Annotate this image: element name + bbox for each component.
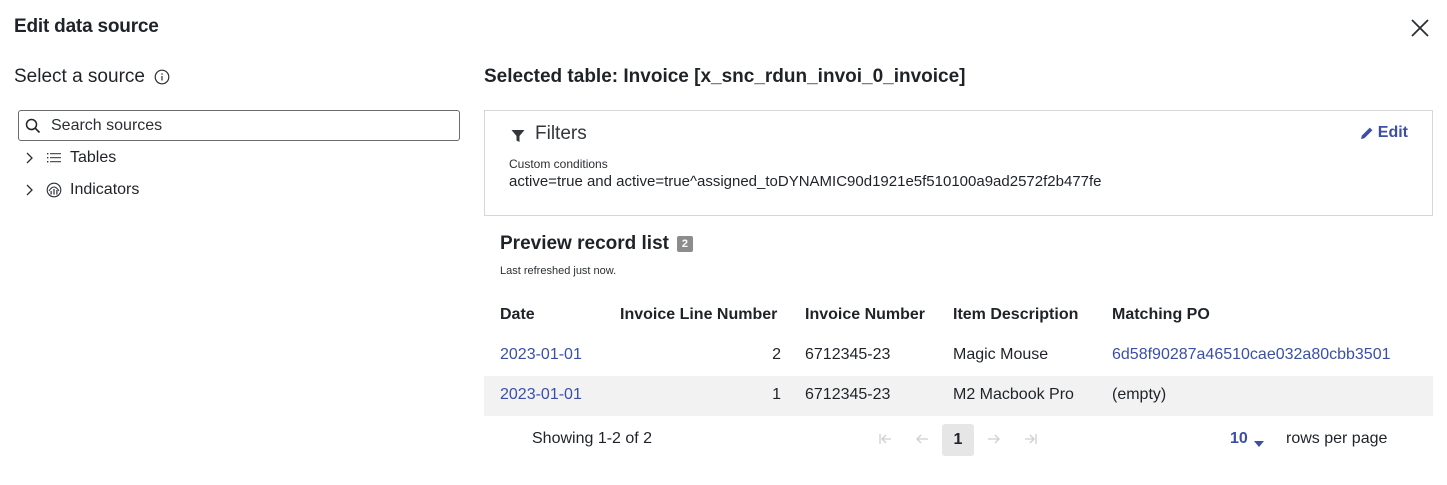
edit-filters-button[interactable]: Edit [1360,124,1408,142]
first-page-icon[interactable] [878,432,894,446]
edit-label: Edit [1377,124,1408,141]
pagination-bar: Showing 1-2 of 2 1 10 rows per page [484,418,1433,460]
table-row: 2023-01-01 1 6712345-23 M2 Macbook Pro (… [484,376,1433,416]
caret-down-icon [1253,435,1264,447]
tree-item-label: Indicators [70,181,140,198]
invoice-line-number-cell: 1 [772,386,781,403]
column-header-invoice-line-number[interactable]: Invoice Line Number [620,306,777,324]
column-header-matching-po[interactable]: Matching PO [1112,306,1210,324]
showing-count: Showing 1-2 of 2 [532,430,653,447]
matching-po-cell: (empty) [1112,386,1167,403]
date-link[interactable]: 2023-01-01 [500,386,582,404]
list-icon [46,150,62,166]
item-description-cell: M2 Macbook Pro [953,386,1074,403]
custom-conditions-label: Custom conditions [509,157,608,171]
last-refreshed-text: Last refreshed just now. [500,265,617,277]
search-sources-field[interactable] [18,110,460,141]
rows-per-page-select[interactable]: 10 [1230,430,1264,448]
previous-page-icon[interactable] [914,432,930,446]
column-header-invoice-number[interactable]: Invoice Number [805,306,925,324]
tree-item-indicators[interactable]: Indicators [22,179,139,201]
table-row: 2023-01-01 2 6712345-23 Magic Mouse 6d58… [484,336,1433,376]
tree-item-tables[interactable]: Tables [22,147,116,169]
tree-item-label: Tables [70,149,117,166]
last-page-icon[interactable] [1022,432,1038,446]
pencil-icon [1360,126,1374,140]
column-header-date[interactable]: Date [500,306,535,324]
invoice-line-number-cell: 2 [772,346,781,363]
next-page-icon[interactable] [986,432,1002,446]
modal-title: Edit data source [14,16,159,37]
selected-table-heading: Selected table: Invoice [x_snc_rdun_invo… [484,66,966,87]
column-header-item-description[interactable]: Item Description [953,306,1078,324]
search-icon [25,118,41,134]
filter-icon [511,127,525,142]
page-1-button[interactable]: 1 [942,424,974,456]
select-source-heading: Select a source [14,66,170,88]
filters-title: Filters [535,123,587,144]
chevron-right-icon[interactable] [22,151,36,165]
record-count-badge: 2 [676,236,693,252]
indicator-icon [46,182,62,198]
date-link[interactable]: 2023-01-01 [500,346,582,364]
close-button[interactable] [1408,16,1432,40]
preview-record-list-heading: Preview record list 2 [500,233,693,255]
custom-conditions-value: active=true and active=true^assigned_toD… [509,173,1102,190]
item-description-cell: Magic Mouse [953,346,1049,363]
filters-header: Filters [511,123,587,145]
select-source-label: Select a source [14,66,145,87]
info-icon[interactable] [154,69,170,85]
close-icon [1411,19,1429,37]
filters-panel: Filters Edit Custom conditions active=tr… [484,110,1433,216]
preview-title: Preview record list [500,233,669,254]
invoice-number-cell: 6712345-23 [805,386,891,403]
matching-po-link[interactable]: 6d58f90287a46510cae032a80cbb3501 [1112,346,1391,364]
invoice-number-cell: 6712345-23 [805,346,891,363]
search-input[interactable] [51,116,431,135]
rows-per-page-value: 10 [1230,430,1248,447]
rows-per-page-label: rows per page [1286,430,1388,447]
chevron-right-icon[interactable] [22,183,36,197]
